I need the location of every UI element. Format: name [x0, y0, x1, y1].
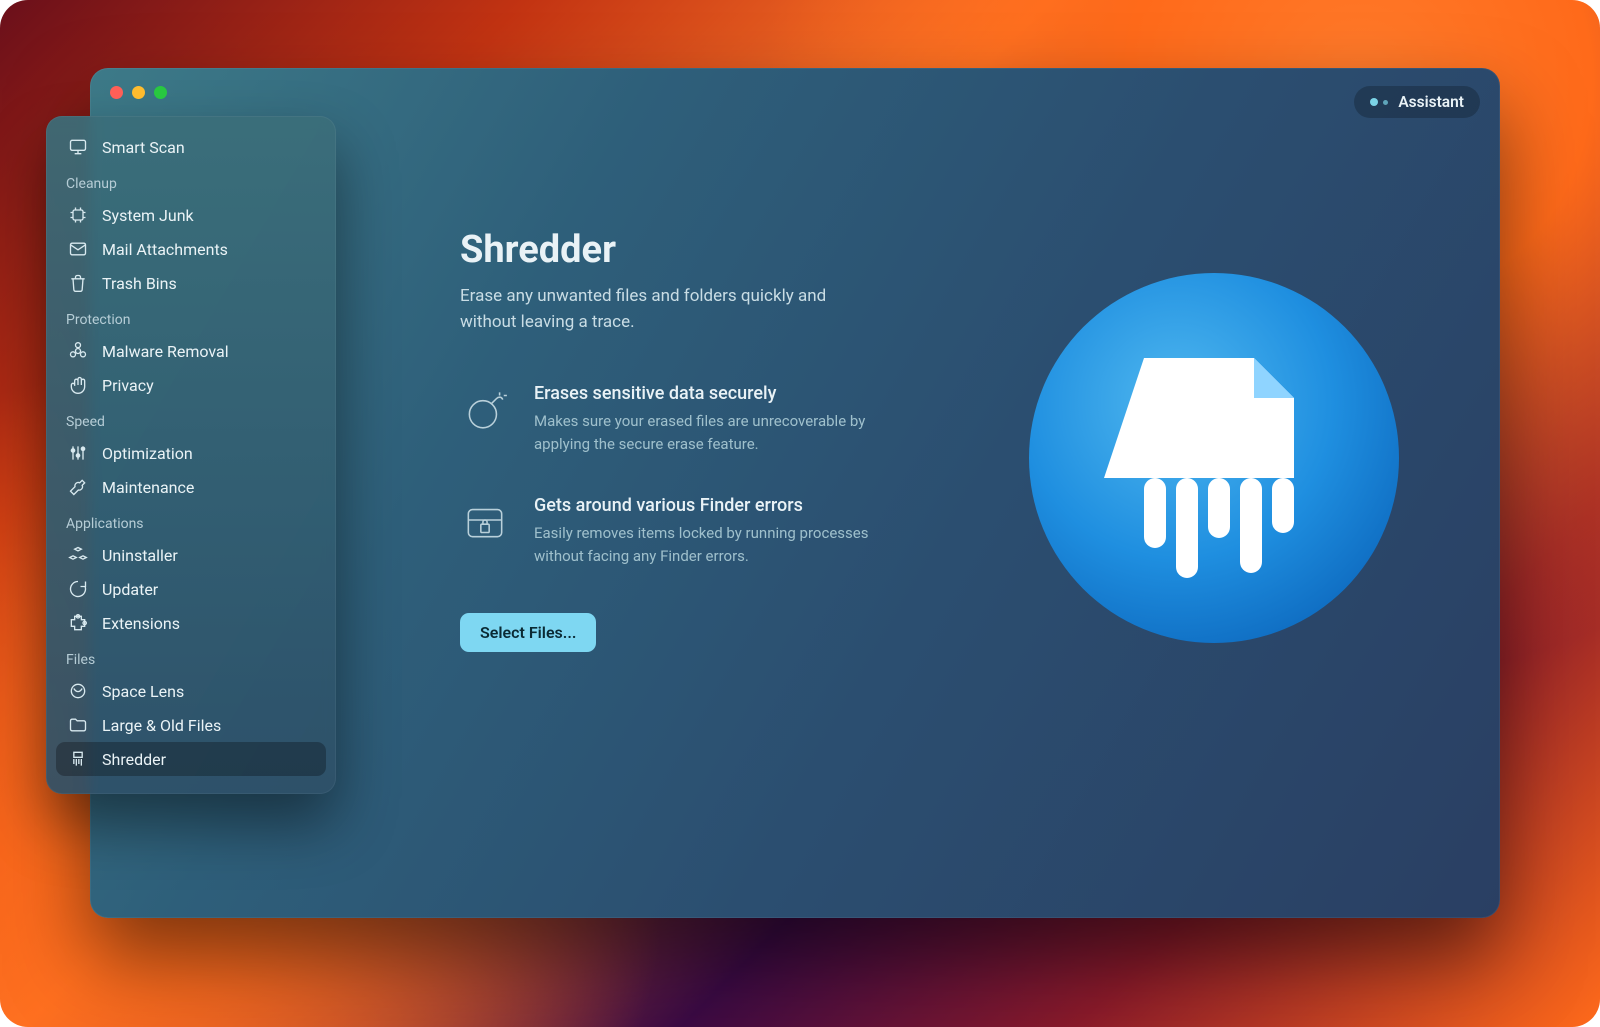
section-label-files: Files — [56, 640, 326, 674]
sidebar-item-space-lens[interactable]: Space Lens — [56, 674, 326, 708]
monitor-icon — [68, 137, 88, 157]
sidebar-item-extensions[interactable]: Extensions — [56, 606, 326, 640]
sidebar-item-label: Mail Attachments — [102, 240, 228, 259]
folder-icon — [68, 715, 88, 735]
sidebar-item-system-junk[interactable]: System Junk — [56, 198, 326, 232]
sidebar-item-label: Optimization — [102, 444, 193, 463]
feature-title: Gets around various Finder errors — [534, 495, 920, 516]
shredder-icon — [68, 749, 88, 769]
sidebar-item-label: Uninstaller — [102, 546, 178, 565]
wrench-icon — [68, 477, 88, 497]
feature-secure-erase: Erases sensitive data securely Makes sur… — [460, 383, 920, 455]
mail-icon — [68, 239, 88, 259]
sidebar-item-label: System Junk — [102, 206, 194, 225]
sidebar: Smart Scan Cleanup System Junk Mail Atta… — [46, 116, 336, 794]
sidebar-item-label: Privacy — [102, 376, 154, 395]
sidebar-item-label: Space Lens — [102, 682, 184, 701]
sidebar-item-trash-bins[interactable]: Trash Bins — [56, 266, 326, 300]
feature-list: Erases sensitive data securely Makes sur… — [460, 383, 920, 567]
sidebar-item-label: Trash Bins — [102, 274, 177, 293]
sidebar-item-label: Large & Old Files — [102, 716, 221, 735]
sidebar-item-malware[interactable]: Malware Removal — [56, 334, 326, 368]
page-title: Shredder — [460, 228, 1440, 272]
sidebar-item-label: Updater — [102, 580, 158, 599]
sidebar-item-optimization[interactable]: Optimization — [56, 436, 326, 470]
section-label-speed: Speed — [56, 402, 326, 436]
sidebar-item-label: Shredder — [102, 750, 166, 769]
bomb-icon — [460, 383, 510, 433]
lens-icon — [68, 681, 88, 701]
section-label-applications: Applications — [56, 504, 326, 538]
sidebar-item-label: Extensions — [102, 614, 180, 633]
minimize-window-button[interactable] — [132, 86, 145, 99]
sidebar-item-smart-scan[interactable]: Smart Scan — [56, 130, 326, 164]
feature-desc: Easily removes items locked by running p… — [534, 522, 920, 567]
section-label-protection: Protection — [56, 300, 326, 334]
assistant-button[interactable]: Assistant — [1354, 86, 1480, 118]
biohazard-icon — [68, 341, 88, 361]
sidebar-item-large-old-files[interactable]: Large & Old Files — [56, 708, 326, 742]
sidebar-item-label: Malware Removal — [102, 342, 229, 361]
shredder-illustration — [1024, 268, 1404, 648]
page-subtitle: Erase any unwanted files and folders qui… — [460, 284, 860, 335]
sidebar-item-maintenance[interactable]: Maintenance — [56, 470, 326, 504]
sidebar-item-updater[interactable]: Updater — [56, 572, 326, 606]
sidebar-item-privacy[interactable]: Privacy — [56, 368, 326, 402]
feature-title: Erases sensitive data securely — [534, 383, 920, 404]
sliders-icon — [68, 443, 88, 463]
close-window-button[interactable] — [110, 86, 123, 99]
update-icon — [68, 579, 88, 599]
sidebar-item-uninstaller[interactable]: Uninstaller — [56, 538, 326, 572]
sidebar-item-shredder[interactable]: Shredder — [56, 742, 326, 776]
assistant-icon — [1370, 98, 1388, 106]
sidebar-item-label: Smart Scan — [102, 138, 185, 157]
sidebar-item-label: Maintenance — [102, 478, 194, 497]
hand-icon — [68, 375, 88, 395]
chip-icon — [68, 205, 88, 225]
select-files-button[interactable]: Select Files... — [460, 613, 596, 652]
window-controls — [110, 86, 167, 99]
feature-desc: Makes sure your erased files are unrecov… — [534, 410, 920, 455]
puzzle-icon — [68, 613, 88, 633]
sidebar-item-mail-attachments[interactable]: Mail Attachments — [56, 232, 326, 266]
section-label-cleanup: Cleanup — [56, 164, 326, 198]
assistant-label: Assistant — [1398, 93, 1464, 111]
zoom-window-button[interactable] — [154, 86, 167, 99]
locked-box-icon — [460, 495, 510, 545]
app-window: Assistant Smart Scan Cleanup System Junk… — [90, 68, 1500, 918]
boxes-icon — [68, 545, 88, 565]
trash-icon — [68, 273, 88, 293]
feature-finder-unlock: Gets around various Finder errors Easily… — [460, 495, 920, 567]
